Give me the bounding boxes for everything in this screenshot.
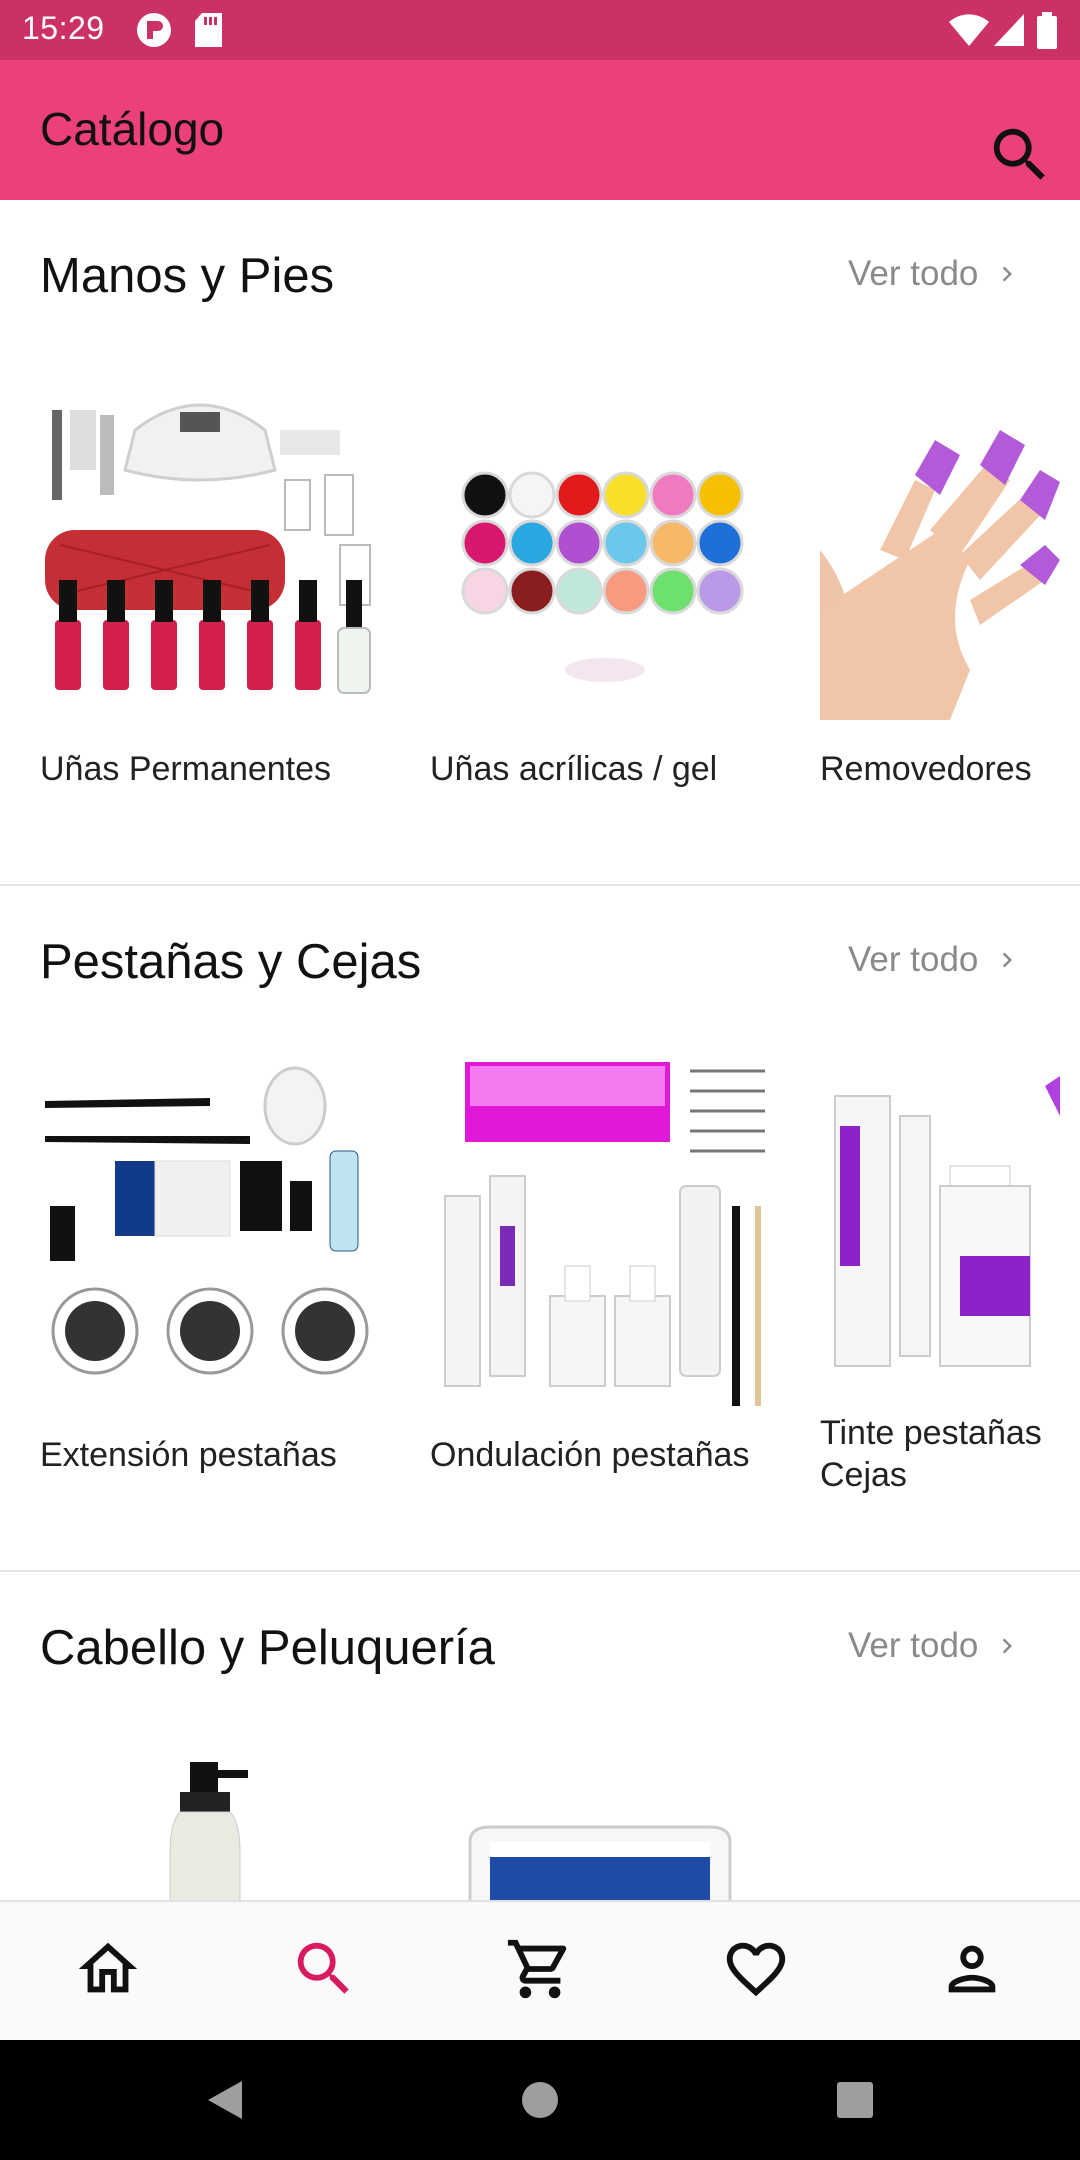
chevron-right-icon [1003, 952, 1013, 968]
cart-icon [507, 1939, 567, 1999]
back-icon [208, 2081, 242, 2119]
heart-icon [726, 1942, 786, 1997]
category-label: Tinte pestañas Cejas [820, 1414, 1042, 1494]
status-time: 15:29 [22, 10, 105, 46]
bottom-navigation [0, 1900, 1080, 2040]
section-cabello-y-peluqueria: Cabello y Peluquería Ver todo [0, 1572, 1080, 1900]
home-icon [78, 1942, 138, 1993]
section-pestanas-y-cejas: Pestañas y Cejas Ver todo Extensión pest… [0, 886, 1080, 1572]
category-image [430, 1742, 780, 1900]
nav-profile[interactable] [937, 1934, 1007, 2004]
category-image [820, 1056, 1060, 1406]
search-icon [993, 128, 1045, 180]
system-navigation-bar [0, 2040, 1080, 2160]
catalog-list[interactable]: Manos y Pies Ver todo Uñas Permanentes U… [0, 200, 1080, 1900]
search-button[interactable] [985, 120, 1055, 190]
see-all-label: Ver todo [848, 254, 979, 293]
nav-cart[interactable] [505, 1934, 575, 2004]
category-label: Removedores [820, 750, 1032, 788]
nav-search[interactable] [289, 1934, 359, 2004]
sd-card-icon [194, 12, 224, 53]
app-bar: Catálogo [0, 60, 1080, 200]
recents-button[interactable] [830, 2075, 880, 2125]
chevron-right-icon [1003, 266, 1013, 282]
recents-icon [837, 2082, 873, 2118]
see-all-link[interactable]: Ver todo [848, 1626, 1022, 1666]
see-all-link[interactable]: Ver todo [848, 940, 1022, 980]
signal-icon [992, 12, 1026, 53]
category-image [820, 370, 1060, 720]
category-image [40, 1056, 390, 1406]
chevron-right-icon [1003, 1638, 1013, 1654]
page-title: Catálogo [40, 103, 225, 155]
section-manos-y-pies: Manos y Pies Ver todo Uñas Permanentes U… [0, 200, 1080, 886]
section-title: Pestañas y Cejas [40, 935, 422, 989]
nav-home[interactable] [73, 1934, 143, 2004]
category-image [40, 370, 390, 720]
see-all-link[interactable]: Ver todo [848, 254, 1022, 294]
home-circle-icon [522, 2082, 558, 2118]
back-button[interactable] [200, 2075, 250, 2125]
section-title: Cabello y Peluquería [40, 1621, 495, 1675]
see-all-label: Ver todo [848, 940, 979, 979]
nav-favorites[interactable] [721, 1934, 791, 2004]
category-label: Extensión pestañas [40, 1436, 337, 1474]
status-bar: 15:29 [0, 0, 1080, 60]
wifi-icon [948, 12, 990, 53]
see-all-label: Ver todo [848, 1626, 979, 1665]
profile-icon [948, 1945, 996, 1993]
category-image [40, 1742, 390, 1900]
section-title: Manos y Pies [40, 249, 335, 303]
category-label: Ondulación pestañas [430, 1436, 750, 1474]
category-image [430, 1056, 780, 1406]
category-label: Uñas acrílicas / gel [430, 750, 718, 788]
category-image [430, 370, 780, 720]
search-icon [297, 1942, 349, 1994]
notification-app-icon [136, 12, 172, 53]
category-label: Uñas Permanentes [40, 750, 332, 788]
battery-icon [1036, 12, 1058, 55]
home-system-button[interactable] [515, 2075, 565, 2125]
